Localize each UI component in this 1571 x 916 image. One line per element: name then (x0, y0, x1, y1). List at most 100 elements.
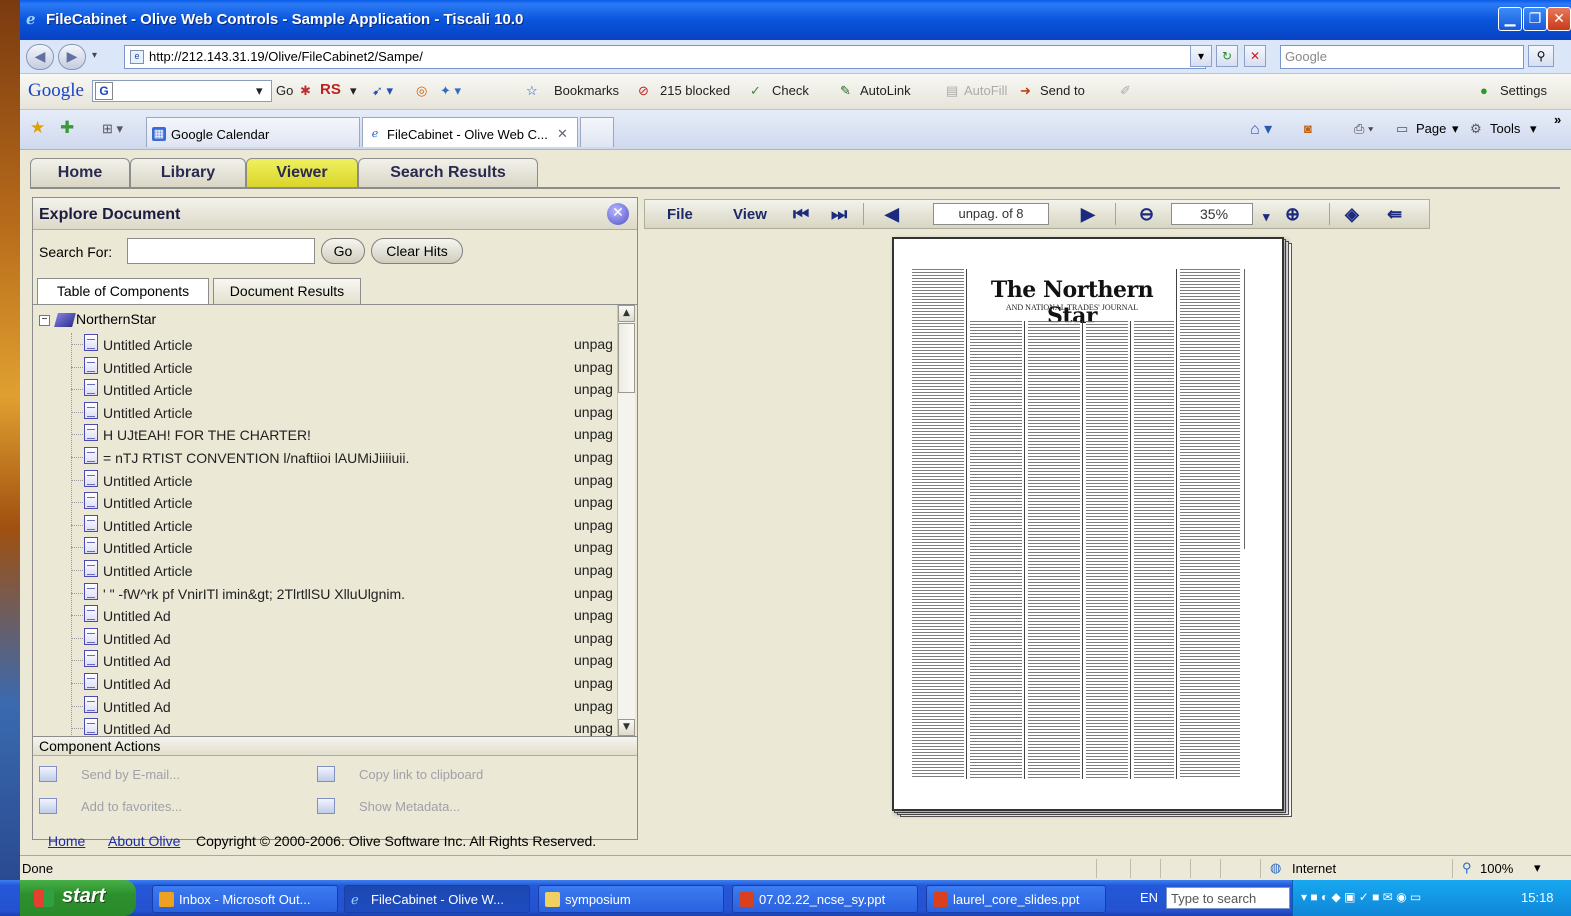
add-favorites-action[interactable]: Add to favorites... (39, 798, 182, 814)
address-dropdown-button[interactable]: ▾ (1190, 45, 1212, 67)
tree-root-northernstar[interactable]: − NorthernStar (39, 311, 156, 331)
3d-view-icon[interactable]: ◈ (1345, 205, 1359, 223)
tab-home[interactable]: Home (30, 158, 130, 188)
tab-search-results[interactable]: Search Results (358, 158, 538, 188)
google-search-dropdown-icon[interactable]: ▾ (256, 83, 263, 99)
send-email-action[interactable]: Send by E-mail... (39, 766, 180, 782)
toc-item[interactable]: Untitled Ad unpag (71, 695, 615, 717)
footer-home-link[interactable]: Home (48, 833, 85, 849)
print-icon[interactable]: ⎙ ▾ (1354, 121, 1373, 137)
toc-item[interactable]: Untitled Article unpag (71, 356, 615, 378)
settings-button[interactable]: Settings (1500, 83, 1547, 98)
last-page-icon[interactable]: ⏭ (831, 205, 847, 223)
rs-dropdown-icon[interactable]: ▾ (350, 83, 357, 99)
page-menu[interactable]: Page (1416, 121, 1446, 136)
minimize-button[interactable]: ▁ (1498, 7, 1522, 31)
tray-icons[interactable]: ▾ ■ ◐ ◆ ▣ ✓ ■ ✉ ◉ ▭ (1301, 890, 1421, 904)
tab-viewer[interactable]: Viewer (246, 158, 358, 188)
toc-item[interactable]: Untitled Article unpag (71, 378, 615, 400)
stop-button[interactable]: ✕ (1244, 45, 1266, 67)
show-metadata-action[interactable]: Show Metadata... (317, 798, 460, 814)
favorites-star-icon[interactable]: ★ (30, 118, 45, 138)
clear-hits-button[interactable]: Clear Hits (371, 238, 463, 264)
popup-blocked-count[interactable]: 215 blocked (660, 83, 730, 98)
copy-link-action[interactable]: Copy link to clipboard (317, 766, 483, 782)
add-favorite-icon[interactable]: ✚ (60, 118, 74, 138)
previous-page-icon[interactable]: ◀ (885, 205, 899, 223)
toc-item[interactable]: Untitled Article unpag (71, 491, 615, 513)
close-button[interactable]: ✕ (1547, 7, 1571, 31)
toc-item[interactable]: Untitled Ad unpag (71, 672, 615, 694)
spell-icon[interactable]: ➹ ▾ (372, 83, 393, 99)
scroll-thumb[interactable] (618, 323, 635, 393)
file-menu[interactable]: File (667, 206, 693, 223)
tab-google-calendar[interactable]: ▦ Google Calendar (146, 117, 360, 147)
tools-menu-arrow-icon[interactable]: ▾ (1530, 121, 1537, 137)
address-input[interactable]: e http://212.143.31.19/Olive/FileCabinet… (124, 45, 1206, 69)
zoom-in-icon[interactable]: ⊕ (1285, 205, 1300, 223)
new-tab-button[interactable] (580, 117, 614, 147)
maximize-button[interactable]: ❐ (1523, 7, 1547, 31)
toc-item[interactable]: ' " -fW^rk pf VnirITl imin&gt; 2TlrtllSU… (71, 582, 615, 604)
next-page-icon[interactable]: ▶ (1081, 205, 1095, 223)
zoom-out-icon[interactable]: ⊖ (1139, 205, 1154, 223)
task-symposium[interactable]: symposium (538, 885, 724, 913)
status-zoom[interactable]: 100% (1480, 861, 1513, 876)
go-button[interactable]: Go (321, 238, 365, 264)
send-to-button[interactable]: Send to (1040, 83, 1085, 98)
tab-filecabinet[interactable]: ℯ FileCabinet - Olive Web C... ✕ (362, 117, 578, 147)
page-menu-arrow-icon[interactable]: ▾ (1452, 121, 1459, 137)
news-icon[interactable]: ✱ (300, 83, 311, 99)
clock[interactable]: 15:18 (1521, 890, 1554, 905)
tools-menu[interactable]: Tools (1490, 121, 1520, 136)
history-dropdown-icon[interactable]: ▾ (92, 50, 97, 61)
start-button[interactable]: start (20, 880, 136, 916)
taskbar-search-input[interactable]: Type to search (1166, 887, 1290, 909)
zoom-input[interactable]: 35% (1171, 203, 1253, 225)
tab-close-icon[interactable]: ✕ (557, 126, 568, 142)
page-number-input[interactable]: unpag. of 8 (933, 203, 1049, 225)
puzzle-icon[interactable]: ✦ ▾ (440, 83, 461, 99)
toc-scrollbar[interactable]: ▲ ▼ (617, 305, 635, 736)
google-search-input[interactable]: G (92, 80, 272, 102)
tab-library[interactable]: Library (130, 158, 246, 188)
toc-item[interactable]: Untitled Article unpag (71, 469, 615, 491)
first-page-icon[interactable]: ⏮ (793, 205, 809, 223)
tab-document-results[interactable]: Document Results (213, 278, 361, 304)
toc-item[interactable]: Untitled Article unpag (71, 401, 615, 423)
back-button[interactable]: ◀ (26, 44, 54, 70)
forward-button[interactable]: ▶ (58, 44, 86, 70)
chevron-more-icon[interactable]: » (1554, 112, 1561, 127)
rs-button[interactable]: RS (320, 81, 341, 98)
scroll-down-icon[interactable]: ▼ (618, 719, 635, 736)
task-ppt-laurel[interactable]: laurel_core_slides.ppt (926, 885, 1106, 913)
toc-item[interactable]: Untitled Article unpag (71, 536, 615, 558)
toolbar-swirl-icon[interactable]: ◎ (416, 83, 427, 99)
home-icon[interactable]: ⌂ ▾ (1250, 119, 1272, 139)
view-menu[interactable]: View (733, 206, 767, 223)
autolink-button[interactable]: AutoLink (860, 83, 911, 98)
exit-viewer-icon[interactable]: ⇚ (1387, 205, 1402, 223)
task-ppt-ncse[interactable]: 07.02.22_ncse_sy.ppt (732, 885, 918, 913)
tab-table-of-components[interactable]: Table of Components (37, 278, 209, 305)
toc-item[interactable]: Untitled Ad unpag (71, 604, 615, 626)
highlight-icon[interactable]: ✐ (1120, 83, 1131, 99)
bookmarks-button[interactable]: Bookmarks (554, 83, 619, 98)
refresh-button[interactable]: ↻ (1216, 45, 1238, 67)
toc-item[interactable]: Untitled Ad unpag (71, 627, 615, 649)
toc-item[interactable]: Untitled Ad unpag (71, 649, 615, 671)
toc-item[interactable]: Untitled Article unpag (71, 559, 615, 581)
toc-item[interactable]: = nTJ RTIST CONVENTION l/naftiioi lAUMiJ… (71, 446, 615, 468)
task-outlook[interactable]: Inbox - Microsoft Out... (152, 885, 338, 913)
feeds-icon[interactable]: ◙ (1304, 121, 1312, 136)
toc-item[interactable]: Untitled Article unpag (71, 333, 615, 355)
search-for-input[interactable] (127, 238, 315, 264)
scroll-up-icon[interactable]: ▲ (618, 305, 635, 322)
newspaper-page-image[interactable]: The Northern Star AND NATIONAL TRADES' J… (892, 237, 1284, 811)
toc-item[interactable]: H UJtEAH! FOR THE CHARTER! unpag (71, 423, 615, 445)
status-zoom-dropdown-icon[interactable]: ▾ (1534, 860, 1541, 876)
toc-item[interactable]: Untitled Article unpag (71, 514, 615, 536)
task-filecabinet[interactable]: ℯ FileCabinet - Olive W... (344, 885, 530, 913)
check-button[interactable]: Check (772, 83, 809, 98)
language-indicator[interactable]: EN (1140, 890, 1158, 905)
